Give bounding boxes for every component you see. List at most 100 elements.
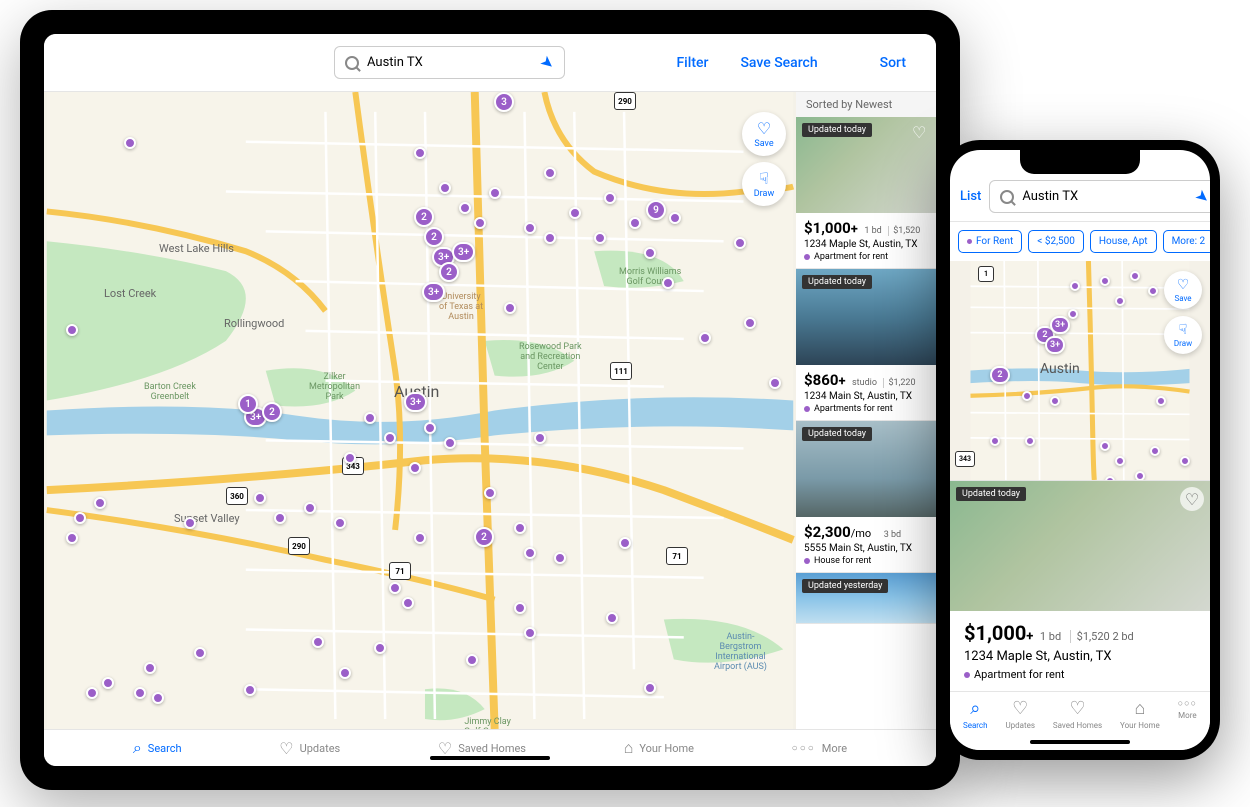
nav-search[interactable]: ⌕Search [963,698,988,730]
map-cluster[interactable]: 3+ [1050,316,1070,334]
nav-search[interactable]: ⌕Search [133,738,182,758]
map-pin[interactable] [144,662,156,674]
map-pin[interactable] [86,687,98,699]
map-pin[interactable] [544,167,556,179]
map-pin[interactable] [524,547,536,559]
map-pin[interactable] [66,532,78,544]
map-pin[interactable] [1156,396,1166,406]
map-pin[interactable] [669,212,681,224]
map-pin[interactable] [124,137,136,149]
map-pin[interactable] [304,502,316,514]
map-cluster[interactable]: 2 [990,366,1010,384]
map-pin[interactable] [439,182,451,194]
map-pin[interactable] [606,612,618,624]
map-cluster[interactable]: 2 [414,207,434,227]
sort-button[interactable]: Sort [870,55,916,71]
filter-button[interactable]: Filter [666,55,718,71]
map-pin[interactable] [484,487,496,499]
map-pin[interactable] [1130,271,1140,281]
search-box[interactable]: ➤ [334,46,565,79]
map-pin[interactable] [744,317,756,329]
map-pin[interactable] [194,647,206,659]
map-pin[interactable] [514,522,526,534]
chip-for-rent[interactable]: For Rent [958,230,1022,253]
map-pin[interactable] [254,492,266,504]
map-pin[interactable] [1025,436,1035,446]
map-pin[interactable] [1050,396,1060,406]
map-pin[interactable] [312,636,324,648]
search-box[interactable]: ➤ [989,180,1210,213]
map-pin[interactable] [74,512,86,524]
chip-more[interactable]: More: 2 [1163,230,1210,253]
nav-more[interactable]: ○○○More [1178,698,1197,730]
location-arrow-icon[interactable]: ➤ [1192,185,1210,208]
nav-more[interactable]: ○○○More [792,742,847,755]
map-pin[interactable] [769,377,781,389]
nav-updates[interactable]: ♡Updates [1005,698,1035,730]
map-save-button[interactable]: ♡ Save [742,112,786,156]
map-pin[interactable] [409,462,421,474]
map-pin[interactable] [644,682,656,694]
map-cluster[interactable]: 2 [439,262,459,282]
map-pin[interactable] [364,412,376,424]
chip-price[interactable]: < $2,500 [1028,230,1084,253]
map-cluster[interactable]: 3+ [452,242,475,262]
map-pin[interactable] [1105,476,1115,480]
map-save-button[interactable]: ♡ Save [1164,271,1202,309]
save-search-button[interactable]: Save Search [730,55,827,71]
search-input[interactable] [367,55,533,70]
map-pin[interactable] [619,537,631,549]
map-pin[interactable] [1148,286,1158,296]
map-draw-button[interactable]: ☟ Draw [742,162,786,206]
map-pin[interactable] [274,512,286,524]
map-pin[interactable] [1068,309,1078,319]
map-pin[interactable] [514,602,526,614]
map-pin[interactable] [152,692,164,704]
chip-type[interactable]: House, Apt [1090,230,1157,253]
map-pin[interactable] [1135,471,1145,480]
map-pin[interactable] [524,222,536,234]
map-pin[interactable] [1150,446,1160,456]
map-cluster[interactable]: 2 [424,227,444,247]
map-pin[interactable] [444,437,456,449]
map-pin[interactable] [402,597,414,609]
favorite-icon[interactable]: ♡ [1180,487,1204,511]
map-pin[interactable] [1070,281,1080,291]
map-pin[interactable] [424,422,436,434]
map-pin[interactable] [662,277,674,289]
map-pin[interactable] [389,582,401,594]
map-pin[interactable] [629,217,641,229]
nav-updates[interactable]: ♡Updates [279,739,340,758]
map-cluster[interactable]: 3+ [1045,336,1065,354]
map-pin[interactable] [504,302,516,314]
nav-your-home[interactable]: ⌂Your Home [1120,698,1160,730]
map-pin[interactable] [459,202,471,214]
map-pin[interactable] [374,642,386,654]
map-pin[interactable] [244,684,256,696]
map-pin[interactable] [1115,296,1125,306]
map-pin[interactable] [544,232,556,244]
listing-card[interactable]: Updated today $2,300/mo 3 bd 5555 Main S… [796,421,936,573]
map-pin[interactable] [344,452,356,464]
map-pin[interactable] [554,552,566,564]
map-pin[interactable] [534,432,546,444]
map-pin[interactable] [1100,441,1110,451]
nav-saved-homes[interactable]: ♡Saved Homes [438,739,526,758]
map-pin[interactable] [1022,391,1032,401]
map-pin[interactable] [1115,456,1125,466]
map-pin[interactable] [184,517,196,529]
map-pin[interactable] [339,667,351,679]
nav-saved-homes[interactable]: ♡Saved Homes [1053,698,1102,730]
map-draw-button[interactable]: ☟ Draw [1164,316,1202,354]
map-pin[interactable] [134,687,146,699]
map-pin[interactable] [66,324,78,336]
map-pin[interactable] [569,207,581,219]
iphone-listing-card[interactable]: Updated today ♡ $1,000+ 1 bd $1,520 2 bd… [950,480,1210,691]
map-cluster[interactable]: 3+ [422,282,445,302]
map-pin[interactable] [489,187,501,199]
map-pin[interactable] [474,217,486,229]
iphone-map[interactable]: Austin 343 1 2 3+ 3+ 2 ♡ Save ☟ Draw [950,261,1210,480]
map-pin[interactable] [334,517,346,529]
map-cluster[interactable]: 3 [494,92,514,112]
map-pin[interactable] [699,332,711,344]
